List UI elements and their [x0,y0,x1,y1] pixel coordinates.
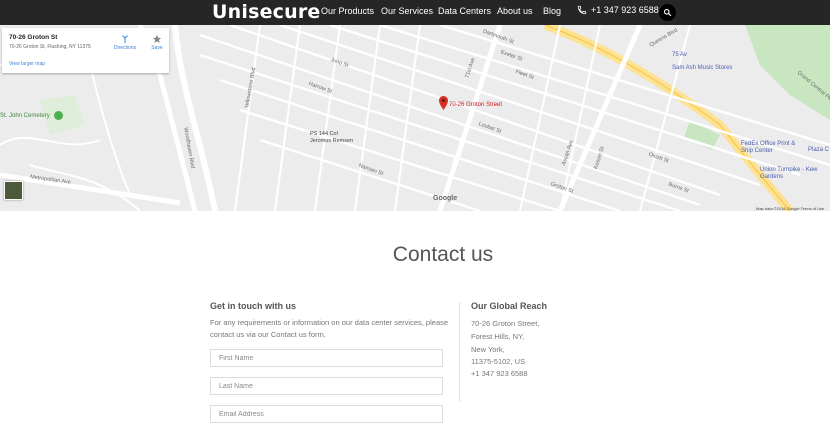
map-poi-plaza: Plaza C [808,147,830,153]
nav-our-products[interactable]: Our Products [321,6,374,16]
contact-phone: +1 347 923 6588 [471,369,528,378]
save-place-button[interactable]: Save [143,34,171,51]
contact-title: Contact us [392,243,494,266]
site-logo[interactable]: Unisecure [212,1,321,23]
top-navigation-bar: Unisecure Our Products Our Services Data… [0,0,830,25]
contact-intro-text: For any requirements or information on o… [210,318,449,339]
save-label: Save [151,45,163,51]
email-field[interactable] [210,405,443,423]
satellite-toggle[interactable] [4,181,23,200]
nav-data-centers[interactable]: Data Centers [438,6,491,16]
address-line: 70-26 Groton Street, [471,319,540,328]
place-address: 70-26 Groton St, Flushing, NY 11375 [9,44,91,50]
park-marker-icon [54,111,63,120]
address-line: New York, [471,345,505,354]
pin-label: 70-26 Groton Street [449,102,503,108]
map-attribution[interactable]: Map data ©2018 Google Terms of Use [756,206,824,211]
last-name-field[interactable] [210,377,443,395]
view-larger-map-link[interactable]: View larger map [9,61,45,67]
embedded-map[interactable]: St. John Cemetery PS 144 Col Jeromus Rem… [0,25,830,211]
address-line: Forest Hills, NY, [471,332,525,341]
address-line: 11375-5102, US [471,357,526,366]
nav-our-services[interactable]: Our Services [381,6,433,16]
search-icon [663,8,672,17]
map-poi-school: PS 144 Col Jeromus Remsen [310,131,354,144]
map-poi-75-av: 75 Av [672,52,687,58]
global-reach-heading: Our Global Reach [471,301,548,311]
header-phone-number: +1 347 923 6588 [591,5,659,15]
header-phone-link[interactable]: +1 347 923 6588 [577,5,659,15]
get-in-touch-heading: Get in touch with us [210,301,296,311]
first-name-field[interactable] [210,349,443,367]
map-poi-cemetery: St. John Cemetery [0,113,50,119]
directions-icon [122,35,128,44]
map-info-card: 70-26 Groton St 70-26 Groton St, Flushin… [2,28,169,73]
nav-about-us[interactable]: About us [497,6,533,16]
google-logo: Google [433,195,458,202]
map-poi-union-turnpike: Union Turnpike - Kew Gardens [760,167,818,180]
nav-blog[interactable]: Blog [543,6,561,16]
column-divider [459,302,460,402]
phone-icon [577,5,587,15]
directions-button[interactable]: Directions [111,34,139,51]
search-button[interactable] [659,4,676,21]
directions-label: Directions [113,45,137,51]
place-title: 70-26 Groton St [9,34,58,41]
map-poi-music-store: Sam Ash Music Stores [672,65,733,71]
map-poi-fedex: FedEx Office Print & Ship Center [741,141,796,154]
location-pin-icon[interactable] [439,96,448,110]
star-icon [152,34,162,43]
